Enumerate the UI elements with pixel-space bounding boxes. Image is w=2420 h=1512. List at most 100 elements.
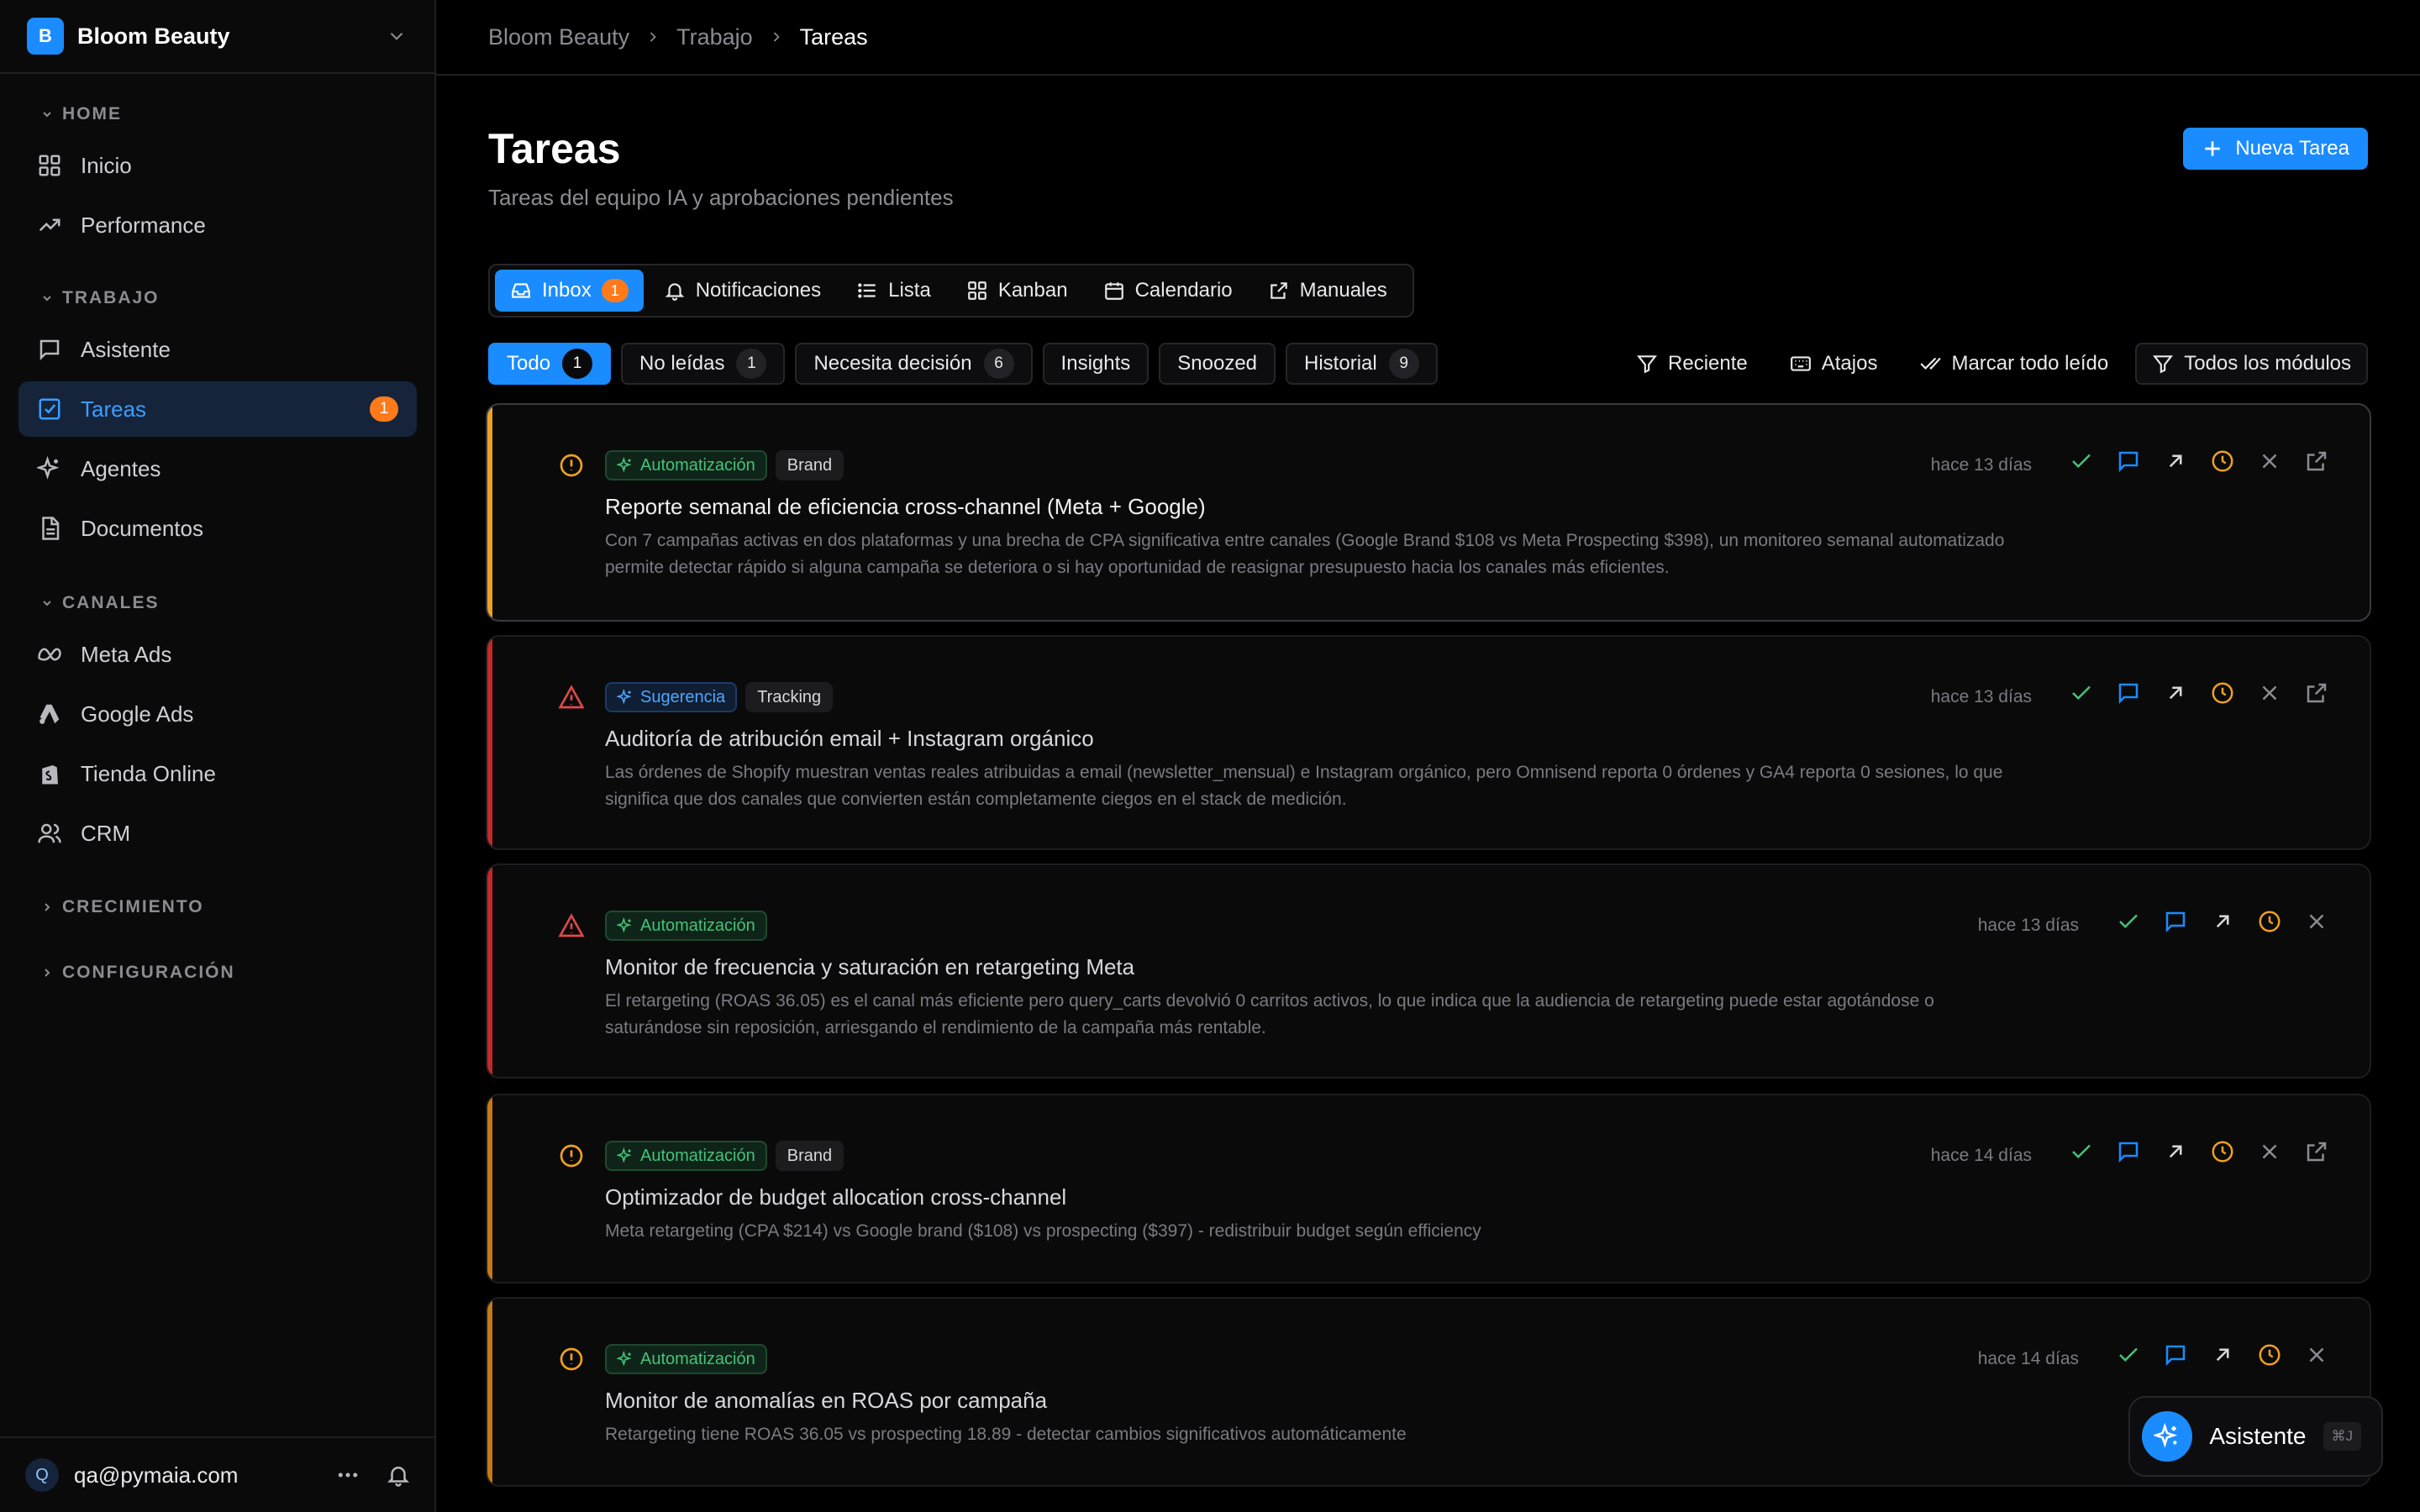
sidebar-item-inicio[interactable]: Inicio	[18, 138, 417, 193]
task-card[interactable]: Automatización Brand Reporte semanal de ef…	[486, 403, 2371, 622]
arrow-up-right-icon[interactable]	[2163, 449, 2188, 474]
sidebar-item-google-ads[interactable]: Google Ads	[18, 686, 417, 742]
sidebar-item-crm[interactable]: CRM	[18, 806, 417, 861]
tab-calendario[interactable]: Calendario	[1088, 270, 1248, 312]
check-icon[interactable]	[2069, 1139, 2094, 1164]
google-ads-icon	[39, 704, 60, 724]
close-icon[interactable]	[2304, 1342, 2329, 1368]
section-crecimiento[interactable]: CRECIMIENTO	[40, 897, 204, 917]
task-timestamp: hace 13 días	[1977, 916, 2079, 935]
module-filter-button[interactable]: Todos los módulos	[2135, 343, 2368, 385]
task-card[interactable]: Automatización Monitor de frecuencia y sa…	[486, 864, 2371, 1079]
inbox-icon	[512, 283, 530, 298]
filter-no-leidas[interactable]: No leídas 1	[621, 343, 786, 385]
chat-icon[interactable]	[2163, 909, 2188, 934]
mark-all-read-button[interactable]: Marcar todo leído	[1904, 343, 2123, 385]
avatar[interactable]: Q	[25, 1458, 59, 1492]
bell-icon	[665, 283, 685, 301]
chat-icon[interactable]	[2116, 680, 2141, 706]
filter-insights[interactable]: Insights	[1042, 343, 1150, 385]
task-title[interactable]: Monitor de anomalías en ROAS por campaña	[605, 1388, 1047, 1414]
arrow-up-right-icon[interactable]	[2163, 1139, 2188, 1164]
more-icon[interactable]	[335, 1462, 360, 1488]
task-title[interactable]: Optimizador de budget allocation cross-c…	[605, 1184, 1066, 1210]
section-home[interactable]: HOME	[40, 104, 122, 124]
type-label: Sugerencia	[640, 687, 726, 706]
task-card[interactable]: Automatización Monitor de anomalías en RO…	[486, 1297, 2371, 1487]
close-icon[interactable]	[2257, 1139, 2282, 1164]
task-title[interactable]: Auditoría de atribución email + Instagra…	[605, 726, 1094, 752]
tab-inbox[interactable]: Inbox 1	[495, 270, 644, 312]
filter-necesita-decision[interactable]: Necesita decisión 6	[795, 343, 1033, 385]
category-badge: Brand	[775, 450, 844, 480]
external-link-icon[interactable]	[2304, 1139, 2329, 1164]
sidebar-item-asistente[interactable]: Asistente	[18, 322, 417, 377]
breadcrumb-current: Tareas	[799, 24, 868, 50]
new-task-button[interactable]: Nueva Tarea	[2183, 128, 2368, 170]
clock-icon[interactable]	[2210, 1139, 2235, 1164]
list-icon	[858, 283, 876, 298]
filter-historial[interactable]: Historial 9	[1286, 343, 1438, 385]
task-card[interactable]: Automatización Brand Optimizador de budget…	[486, 1094, 2371, 1284]
task-description: Meta retargeting (CPA $214) vs Google br…	[605, 1221, 1481, 1241]
assistant-fab[interactable]: Asistente ⌘J	[2128, 1396, 2383, 1477]
sort-recent-button[interactable]: Reciente	[1621, 343, 1763, 385]
external-link-icon[interactable]	[2304, 680, 2329, 706]
arrow-up-right-icon[interactable]	[2210, 1342, 2235, 1368]
tab-lista[interactable]: Lista	[841, 270, 946, 312]
tab-manuales[interactable]: Manuales	[1253, 270, 1402, 312]
tool-label: Atajos	[1821, 352, 1878, 375]
type-label: Automatización	[640, 916, 755, 935]
clock-icon[interactable]	[2210, 680, 2235, 706]
clock-icon[interactable]	[2257, 909, 2282, 934]
task-actions	[2116, 909, 2329, 934]
external-link-icon[interactable]	[2304, 449, 2329, 474]
clock-icon[interactable]	[2210, 449, 2235, 474]
arrow-up-right-icon[interactable]	[2163, 680, 2188, 706]
close-icon[interactable]	[2304, 909, 2329, 934]
close-icon[interactable]	[2257, 449, 2282, 474]
sidebar-item-tareas[interactable]: Tareas 1	[18, 381, 417, 437]
sidebar-item-performance[interactable]: Performance	[18, 197, 417, 253]
close-icon[interactable]	[2257, 680, 2282, 706]
chat-icon[interactable]	[2163, 1342, 2188, 1368]
check-icon[interactable]	[2116, 909, 2141, 934]
filter-snoozed[interactable]: Snoozed	[1159, 343, 1276, 385]
breadcrumb-item[interactable]: Bloom Beauty	[488, 24, 629, 50]
section-configuracion[interactable]: CONFIGURACIÓN	[40, 963, 235, 983]
section-trabajo[interactable]: TRABAJO	[40, 288, 160, 308]
workspace-logo: B	[27, 18, 64, 55]
shortcuts-button[interactable]: Atajos	[1775, 343, 1893, 385]
section-label: TRABAJO	[62, 288, 160, 307]
chat-icon[interactable]	[2116, 449, 2141, 474]
new-task-label: Nueva Tarea	[2235, 137, 2349, 160]
arrow-up-right-icon[interactable]	[2210, 909, 2235, 934]
task-card[interactable]: Sugerencia Tracking Auditoría de atribució…	[486, 635, 2371, 850]
tab-notificaciones[interactable]: Notificaciones	[649, 270, 836, 312]
sidebar-item-documentos[interactable]: Documentos	[18, 501, 417, 556]
task-title[interactable]: Reporte semanal de eficiencia cross-chan…	[605, 494, 1206, 520]
workspace-switcher[interactable]: B Bloom Beauty	[0, 0, 434, 74]
tab-kanban[interactable]: Kanban	[951, 270, 1083, 312]
clock-icon[interactable]	[2257, 1342, 2282, 1368]
count-badge: 1	[736, 349, 767, 379]
check-icon[interactable]	[2116, 1342, 2141, 1368]
task-title[interactable]: Monitor de frecuencia y saturación en re…	[605, 954, 1134, 980]
chat-icon[interactable]	[2116, 1139, 2141, 1164]
bell-icon[interactable]	[386, 1462, 411, 1488]
sidebar-item-meta-ads[interactable]: Meta Ads	[18, 627, 417, 682]
sidebar-item-label: Google Ads	[81, 701, 194, 727]
section-canales[interactable]: CANALES	[40, 593, 160, 613]
count-badge: 1	[601, 279, 629, 302]
toolbar: Reciente Atajos Marcar todo leído Todos …	[1621, 343, 2368, 385]
check-icon[interactable]	[2069, 449, 2094, 474]
check-icon[interactable]	[2069, 680, 2094, 706]
breadcrumb-item[interactable]: Trabajo	[676, 24, 753, 50]
sidebar-item-tienda-online[interactable]: Tienda Online	[18, 746, 417, 801]
alert-triangle-icon	[558, 913, 585, 937]
tab-label: Notificaciones	[695, 279, 822, 302]
filter-todo[interactable]: Todo 1	[488, 343, 612, 385]
assistant-label: Asistente	[2209, 1423, 2307, 1449]
section-label: CONFIGURACIÓN	[62, 963, 235, 982]
sidebar-item-agentes[interactable]: Agentes	[18, 441, 417, 496]
